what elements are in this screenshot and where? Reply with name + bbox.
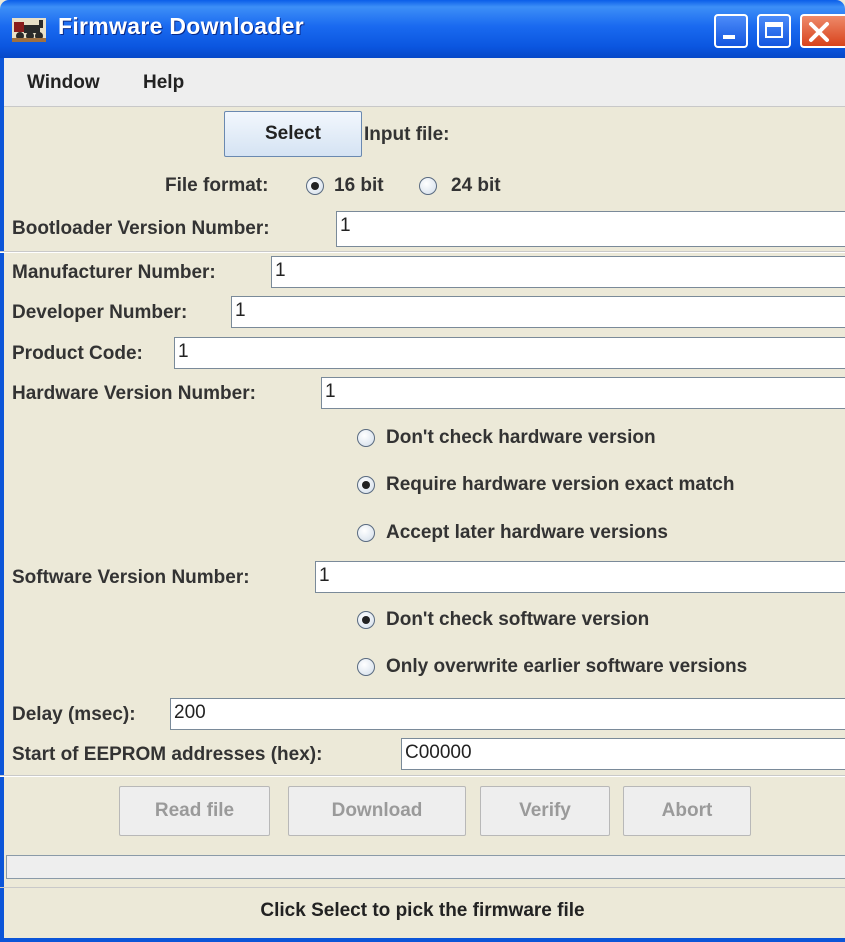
hw-exact-match-label[interactable]: Require hardware version exact match (386, 474, 734, 496)
menu-window[interactable]: Window (27, 72, 100, 94)
manufacturer-number-field[interactable]: 1 (271, 256, 845, 288)
window-title: Firmware Downloader (58, 13, 304, 39)
input-file-label: Input file: (364, 124, 450, 145)
hw-accept-later-radio[interactable] (357, 524, 375, 542)
sw-only-earlier-label[interactable]: Only overwrite earlier software versions (386, 656, 747, 678)
verify-button[interactable]: Verify (480, 786, 610, 836)
close-button[interactable] (800, 14, 845, 48)
file-format-label: File format: (165, 175, 269, 196)
developer-number-label: Developer Number: (12, 302, 188, 323)
window-frame-left (0, 58, 4, 942)
title-bar[interactable]: Firmware Downloader (0, 0, 845, 58)
firmware-downloader-window: Firmware Downloader Window Help Select I… (0, 0, 845, 942)
menu-bar: Window Help (0, 58, 845, 107)
close-icon (809, 22, 829, 42)
menu-help[interactable]: Help (143, 72, 184, 94)
delay-label: Delay (msec): (12, 704, 136, 725)
format-16bit-radio[interactable] (306, 177, 324, 195)
download-button[interactable]: Download (288, 786, 466, 836)
download-progress-bar (6, 855, 845, 879)
sw-dont-check-label[interactable]: Don't check software version (386, 609, 649, 631)
hw-exact-match-radio[interactable] (357, 476, 375, 494)
minimize-button[interactable] (714, 14, 748, 48)
separator (0, 887, 845, 888)
hw-dont-check-label[interactable]: Don't check hardware version (386, 427, 656, 449)
developer-number-field[interactable]: 1 (231, 296, 845, 328)
separator-highlight (0, 252, 845, 253)
sw-only-earlier-radio[interactable] (357, 658, 375, 676)
format-24bit-label[interactable]: 24 bit (451, 175, 501, 197)
delay-field[interactable]: 200 (170, 698, 845, 730)
format-16bit-label[interactable]: 16 bit (334, 175, 384, 197)
eeprom-start-field[interactable]: C00000 (401, 738, 845, 770)
read-file-button[interactable]: Read file (119, 786, 270, 836)
select-button[interactable]: Select (224, 111, 362, 157)
minimize-icon (723, 35, 735, 39)
bootloader-version-field[interactable]: 1 (336, 211, 845, 247)
separator-highlight (0, 776, 845, 777)
eeprom-start-label: Start of EEPROM addresses (hex): (12, 744, 323, 765)
product-code-field[interactable]: 1 (174, 337, 845, 369)
manufacturer-number-label: Manufacturer Number: (12, 262, 216, 283)
hardware-version-label: Hardware Version Number: (12, 383, 256, 404)
format-24bit-radio[interactable] (419, 177, 437, 195)
hw-accept-later-label[interactable]: Accept later hardware versions (386, 522, 668, 544)
product-code-label: Product Code: (12, 343, 143, 364)
maximize-icon (765, 22, 783, 38)
software-version-label: Software Version Number: (12, 567, 250, 588)
bootloader-version-label: Bootloader Version Number: (12, 218, 270, 239)
abort-button[interactable]: Abort (623, 786, 751, 836)
status-message: Click Select to pick the firmware file (260, 900, 585, 921)
hardware-version-field[interactable]: 1 (321, 377, 845, 409)
window-frame-bottom (0, 938, 845, 942)
sw-dont-check-radio[interactable] (357, 611, 375, 629)
hw-dont-check-radio[interactable] (357, 429, 375, 447)
software-version-field[interactable]: 1 (315, 561, 845, 593)
maximize-button[interactable] (757, 14, 791, 48)
locomotive-app-icon (12, 18, 46, 42)
